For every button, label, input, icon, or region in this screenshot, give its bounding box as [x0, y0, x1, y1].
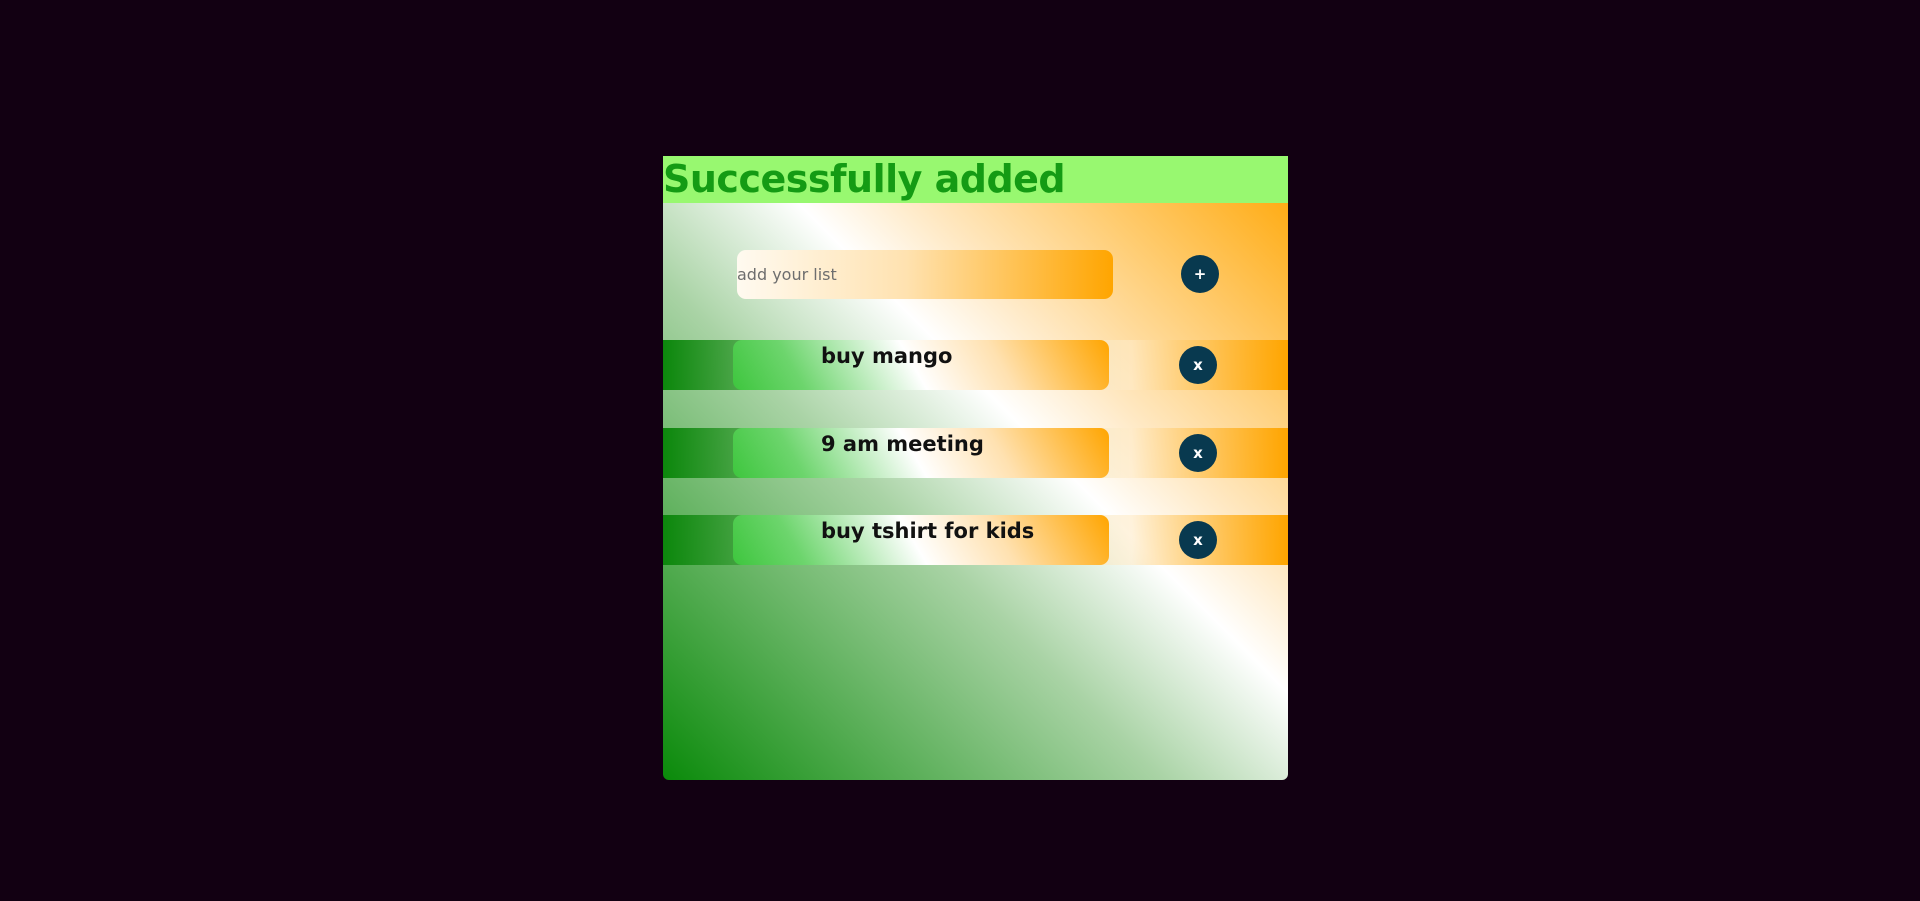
todo-app: Successfully added + buy mango x 9 am me… [663, 156, 1288, 780]
add-todo-form: + [663, 203, 1288, 339]
delete-todo-button[interactable]: x [1179, 346, 1217, 384]
add-todo-button[interactable]: + [1181, 255, 1219, 293]
success-toast: Successfully added [663, 156, 1288, 203]
todo-item: buy tshirt for kids x [663, 515, 1288, 565]
todo-item: buy mango x [663, 340, 1288, 390]
todo-item: 9 am meeting x [663, 428, 1288, 478]
todo-item-text[interactable]: buy tshirt for kids [821, 515, 1034, 547]
delete-todo-button[interactable]: x [1179, 434, 1217, 472]
todo-item-text[interactable]: buy mango [821, 340, 952, 372]
todo-item-text[interactable]: 9 am meeting [821, 428, 984, 460]
add-todo-input[interactable] [737, 250, 1113, 299]
delete-todo-button[interactable]: x [1179, 521, 1217, 559]
